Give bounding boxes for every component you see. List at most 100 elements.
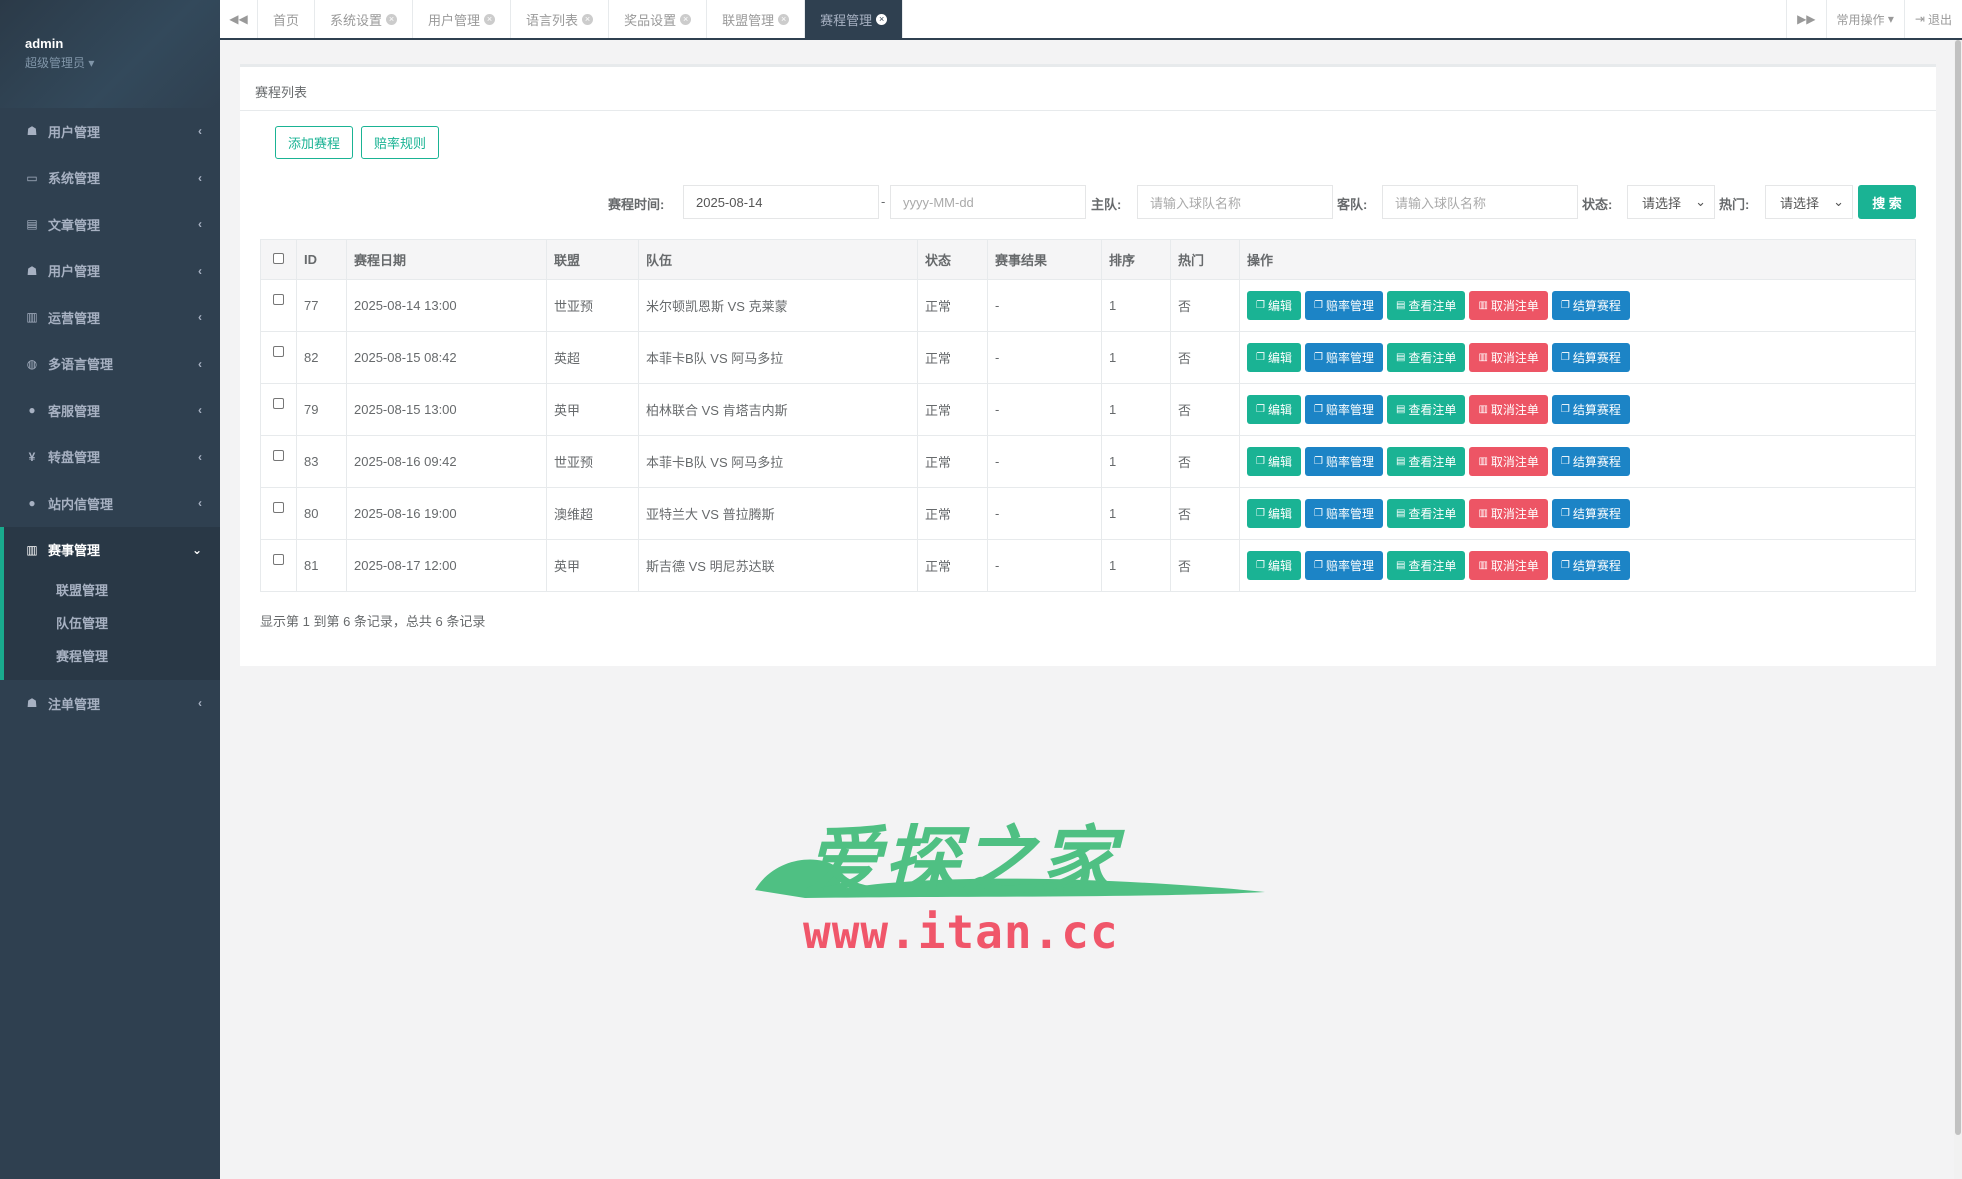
action-button-1[interactable]: ❐ 赔率管理 <box>1304 447 1383 476</box>
add-schedule-button[interactable]: 添加赛程 <box>275 126 354 159</box>
hot-select[interactable]: 请选择 ⌄ <box>1765 185 1853 219</box>
close-icon[interactable]: × <box>484 13 496 25</box>
row-checkbox[interactable] <box>273 502 284 513</box>
row-checkbox[interactable] <box>273 554 284 565</box>
search-button[interactable]: 搜 索 <box>1858 185 1916 219</box>
row-checkbox[interactable] <box>273 398 284 409</box>
tab-4[interactable]: 奖品设置 × <box>609 0 708 38</box>
action-button-0[interactable]: ❐ 编辑 <box>1247 447 1301 476</box>
tab-1[interactable]: 系统设置 × <box>315 0 414 38</box>
action-label: 取消注单 <box>1490 507 1539 521</box>
action-button-0[interactable]: ❐ 编辑 <box>1247 395 1301 424</box>
column-header-hot: 热门 <box>1170 239 1240 280</box>
action-button-4[interactable]: ❐ 结算赛程 <box>1551 551 1630 580</box>
tab-scroll-left-button[interactable]: ◀◀ <box>220 0 258 38</box>
time-start-input[interactable]: 2025-08-14 <box>683 185 879 219</box>
action-button-3[interactable]: ▥ 取消注单 <box>1469 291 1548 320</box>
action-button-1[interactable]: ❐ 赔率管理 <box>1304 551 1383 580</box>
sidebar-item-top-6[interactable]: ● 客服管理 ‹ <box>0 387 220 434</box>
action-button-3[interactable]: ▥ 取消注单 <box>1469 499 1548 528</box>
action-button-3[interactable]: ▥ 取消注单 <box>1469 551 1548 580</box>
action-button-4[interactable]: ❐ 结算赛程 <box>1551 447 1630 476</box>
sidebar-item-match-management[interactable]: ▥ 赛事管理 ⌄ <box>4 527 220 574</box>
tab-2[interactable]: 用户管理 × <box>413 0 512 38</box>
logout-button[interactable]: ⇥ 退出 <box>1903 0 1962 38</box>
chevron-left-icon: ‹ <box>198 356 202 371</box>
action-button-2[interactable]: ▤ 查看注单 <box>1386 291 1466 320</box>
home-team-input[interactable]: 请输入球队名称 <box>1137 185 1333 219</box>
row-checkbox[interactable] <box>273 294 284 305</box>
cell-league: 英甲 <box>546 383 639 436</box>
cell-id: 82 <box>296 331 347 384</box>
action-button-4[interactable]: ❐ 结算赛程 <box>1551 395 1630 424</box>
away-team-input[interactable]: 请输入球队名称 <box>1382 185 1578 219</box>
action-button-0[interactable]: ❐ 编辑 <box>1247 343 1301 372</box>
action-label: 编辑 <box>1267 351 1292 365</box>
action-button-4[interactable]: ❐ 结算赛程 <box>1551 291 1630 320</box>
row-checkbox[interactable] <box>273 450 284 461</box>
action-button-0[interactable]: ❐ 编辑 <box>1247 551 1301 580</box>
action-button-0[interactable]: ❐ 编辑 <box>1247 499 1301 528</box>
tab-0[interactable]: 首页 <box>258 0 316 38</box>
action-button-0[interactable]: ❐ 编辑 <box>1247 291 1301 320</box>
sidebar-item-top-3[interactable]: ☗ 用户管理 ‹ <box>0 248 220 295</box>
tab-scroll-right-button[interactable]: ▶▶ <box>1786 0 1825 38</box>
action-button-2[interactable]: ▤ 查看注单 <box>1386 343 1466 372</box>
tab-6[interactable]: 赛程管理 × <box>805 0 904 38</box>
sidebar-group-match: ▥ 赛事管理 ⌄ 联盟管理 队伍管理 赛程管理 <box>0 526 220 680</box>
action-button-1[interactable]: ❐ 赔率管理 <box>1304 343 1383 372</box>
cell-teams: 亚特兰大 VS 普拉腾斯 <box>638 487 918 540</box>
action-button-2[interactable]: ▤ 查看注单 <box>1386 447 1466 476</box>
time-label: 赛程时间: <box>608 197 665 212</box>
common-ops-dropdown[interactable]: 常用操作 ▾ <box>1825 0 1904 38</box>
page-scrollbar[interactable] <box>1954 40 1962 1179</box>
sidebar-item-top-1[interactable]: ▭ 系统管理 ‹ <box>0 155 220 202</box>
close-icon[interactable]: × <box>582 13 594 25</box>
row-checkbox[interactable] <box>273 346 284 357</box>
list-icon: ▤ <box>1395 560 1406 571</box>
sidebar-item-top-7[interactable]: ¥ 转盘管理 ‹ <box>0 434 220 481</box>
list-icon: ▤ <box>1395 508 1406 519</box>
action-button-3[interactable]: ▥ 取消注单 <box>1469 447 1548 476</box>
action-button-2[interactable]: ▤ 查看注单 <box>1386 395 1466 424</box>
action-label: 结算赛程 <box>1572 455 1621 469</box>
action-button-1[interactable]: ❐ 赔率管理 <box>1304 395 1383 424</box>
sidebar-item-top-8[interactable]: ● 站内信管理 ‹ <box>0 480 220 527</box>
action-button-4[interactable]: ❐ 结算赛程 <box>1551 499 1630 528</box>
cell-status: 正常 <box>917 331 988 384</box>
status-select[interactable]: 请选择 ⌄ <box>1627 185 1715 219</box>
close-icon[interactable]: × <box>876 13 888 25</box>
sidebar-subitem-schedule[interactable]: 赛程管理 <box>4 639 220 672</box>
sidebar-item-top-5[interactable]: ◍ 多语言管理 ‹ <box>0 341 220 388</box>
sidebar-subitem-league[interactable]: 联盟管理 <box>4 573 220 606</box>
tab-label: 奖品设置 <box>624 12 677 28</box>
watermark-logo: 爱探之家 www.itan.cc <box>745 800 1270 960</box>
action-button-4[interactable]: ❐ 结算赛程 <box>1551 343 1630 372</box>
sidebar-item-top-2[interactable]: ▤ 文章管理 ‹ <box>0 201 220 248</box>
copy-icon: ❐ <box>1256 560 1265 571</box>
chevron-down-icon: ⌄ <box>1833 194 1844 209</box>
action-label: 编辑 <box>1267 455 1292 469</box>
time-end-input[interactable]: yyyy-MM-dd <box>890 185 1086 219</box>
sidebar-item-top-4[interactable]: ▥ 运营管理 ‹ <box>0 294 220 341</box>
sidebar-subitem-team[interactable]: 队伍管理 <box>4 606 220 639</box>
close-icon[interactable]: × <box>680 13 692 25</box>
tab-3[interactable]: 语言列表 × <box>511 0 610 38</box>
scrollbar-thumb[interactable] <box>1955 40 1961 1135</box>
sidebar-item-after-0[interactable]: ☗ 注单管理 ‹ <box>0 680 220 727</box>
odds-rule-button[interactable]: 赔率规则 <box>361 126 440 159</box>
close-icon[interactable]: × <box>386 13 398 25</box>
sidebar-item-top-0[interactable]: ☗ 用户管理 ‹ <box>0 108 220 155</box>
user-role-dropdown[interactable]: 超级管理员 ▾ <box>25 54 195 71</box>
select-all-checkbox[interactable] <box>273 253 284 264</box>
tab-5[interactable]: 联盟管理 × <box>707 0 806 38</box>
action-button-2[interactable]: ▤ 查看注单 <box>1386 551 1466 580</box>
close-icon[interactable]: × <box>778 13 790 25</box>
action-button-1[interactable]: ❐ 赔率管理 <box>1304 499 1383 528</box>
action-button-1[interactable]: ❐ 赔率管理 <box>1304 291 1383 320</box>
action-label: 赔率管理 <box>1325 507 1374 521</box>
action-button-3[interactable]: ▥ 取消注单 <box>1469 395 1548 424</box>
copy-icon: ❐ <box>1256 456 1265 467</box>
action-button-3[interactable]: ▥ 取消注单 <box>1469 343 1548 372</box>
action-button-2[interactable]: ▤ 查看注单 <box>1386 499 1466 528</box>
